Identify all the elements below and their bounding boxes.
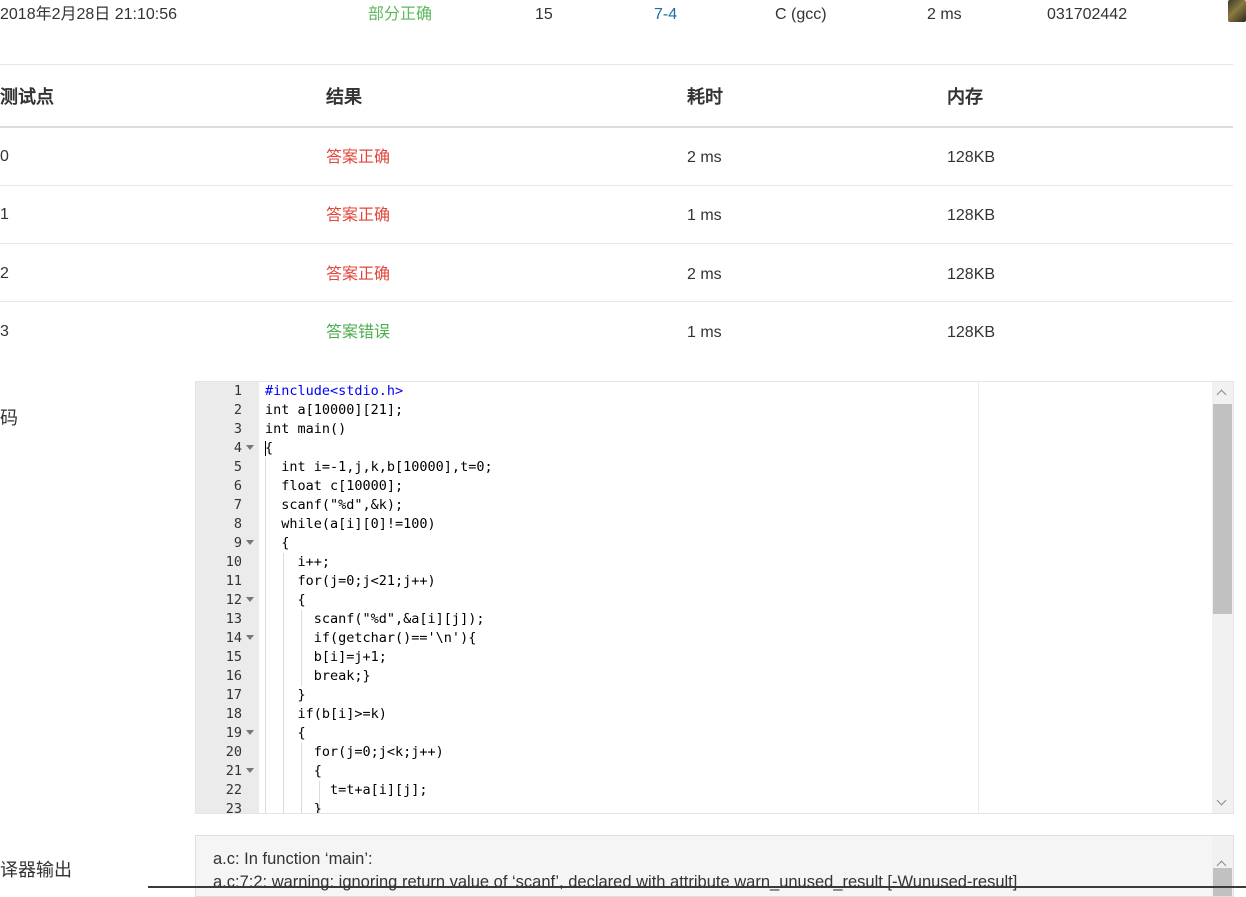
cell-time: 1 ms [687,324,722,341]
submission-score: 15 [535,6,553,23]
fold-triangle-icon[interactable] [246,730,254,735]
code-text: { [265,763,322,779]
compiler-output-label: 译器输出 [0,860,72,880]
code-text: scanf("%d",&k); [265,497,404,513]
code-text: } [265,687,306,703]
scrollbar-thumb[interactable] [1213,868,1232,896]
line-number: 3 [233,421,242,437]
fold-triangle-icon[interactable] [246,635,254,640]
output-line: a.c:7:2: warning: ignoring return value … [213,873,1018,891]
code-text: break;} [265,668,371,684]
code-text: { [265,440,274,456]
submission-duration: 2 ms [927,6,962,23]
code-line: 4{ [196,439,976,458]
code-text: if(getchar()=='\n'){ [265,630,477,646]
chevron-up-icon[interactable] [1212,382,1233,403]
user-avatar[interactable] [1228,0,1246,22]
table-header-divider [0,126,1233,128]
cell-time: 2 ms [687,266,722,283]
code-text: { [265,725,306,741]
code-text: int main() [265,421,347,437]
code-text: t=t+a[i][j]; [265,782,428,798]
line-number: 21 [225,763,242,779]
code-text: i++; [265,554,331,570]
line-number: 19 [225,725,242,741]
cell-result: 答案正确 [326,149,391,166]
header-time: 耗时 [687,87,723,107]
line-number: 15 [225,649,242,665]
cell-case: 1 [0,206,9,223]
line-number: 1 [233,383,242,399]
code-label: 码 [0,408,18,428]
header-memory: 内存 [947,87,983,107]
fold-triangle-icon[interactable] [246,597,254,602]
fold-triangle-icon[interactable] [246,540,254,545]
cell-time: 2 ms [687,149,722,166]
row-divider [0,185,1233,186]
line-number: 20 [225,744,242,760]
code-text: while(a[i][0]!=100) [265,516,436,532]
submission-compiler: C (gcc) [775,6,827,23]
editor-scrollbar[interactable] [1212,382,1233,813]
cell-result: 答案错误 [326,324,391,341]
cell-result: 答案正确 [326,266,391,283]
submission-status: 部分正确 [368,6,433,23]
line-number: 5 [233,459,242,475]
line-number: 8 [233,516,242,532]
line-number: 16 [225,668,242,684]
row-divider [0,301,1233,302]
cell-time: 1 ms [687,207,722,224]
cell-memory: 128KB [947,149,996,166]
output-line: a.c: In function ‘main’: [213,850,373,868]
submission-problem-link[interactable]: 7-4 [654,5,677,25]
submission-user[interactable]: 031702442 [1047,5,1127,25]
line-number: 14 [225,630,242,646]
line-number: 17 [225,687,242,703]
line-number: 7 [233,497,242,513]
code-text: #include<stdio.h> [265,383,404,399]
line-number: 18 [225,706,242,722]
line-number: 6 [233,478,242,494]
code-text: b[i]=j+1; [265,649,387,665]
cell-case: 3 [0,323,9,340]
code-text: { [265,535,290,551]
line-number: 9 [233,535,242,551]
line-number: 23 [225,801,242,814]
line-number: 11 [225,573,242,589]
code-text: } [265,801,322,814]
code-text: if(b[i]>=k) [265,706,387,722]
code-text: for(j=0;j<21;j++) [265,573,436,589]
cell-result: 答案正确 [326,207,391,224]
cell-memory: 128KB [947,324,996,341]
cell-memory: 128KB [947,207,996,224]
line-number: 10 [225,554,242,570]
row-divider [0,243,1233,244]
code-text: int i=-1,j,k,b[10000],t=0; [265,459,493,475]
line-number: 2 [233,402,242,418]
line-number: 22 [225,782,242,798]
print-margin [978,382,979,813]
header-result: 结果 [326,87,362,107]
code-text: scanf("%d",&a[i][j]); [265,611,485,627]
fold-triangle-icon[interactable] [246,445,254,450]
header-case: 测试点 [0,87,54,107]
submission-time: 2018年2月28日 21:10:56 [0,6,178,23]
line-number: 12 [225,592,242,608]
code-text: float c[10000]; [265,478,404,494]
code-text: for(j=0;j<k;j++) [265,744,444,760]
line-number: 13 [225,611,242,627]
cell-memory: 128KB [947,266,996,283]
scrollbar-thumb[interactable] [1213,404,1232,614]
chevron-down-icon[interactable] [1212,792,1233,813]
line-number: 4 [233,440,242,456]
code-text: { [265,592,306,608]
fold-triangle-icon[interactable] [246,768,254,773]
text-cursor [265,441,266,456]
code-editor[interactable]: 1 #include<stdio.h> 2 int a[10000][21]; 3 i… [195,381,1234,814]
cell-case: 0 [0,148,9,165]
divider [0,64,1233,65]
code-text: int a[10000][21]; [265,402,404,418]
cell-case: 2 [0,265,9,282]
